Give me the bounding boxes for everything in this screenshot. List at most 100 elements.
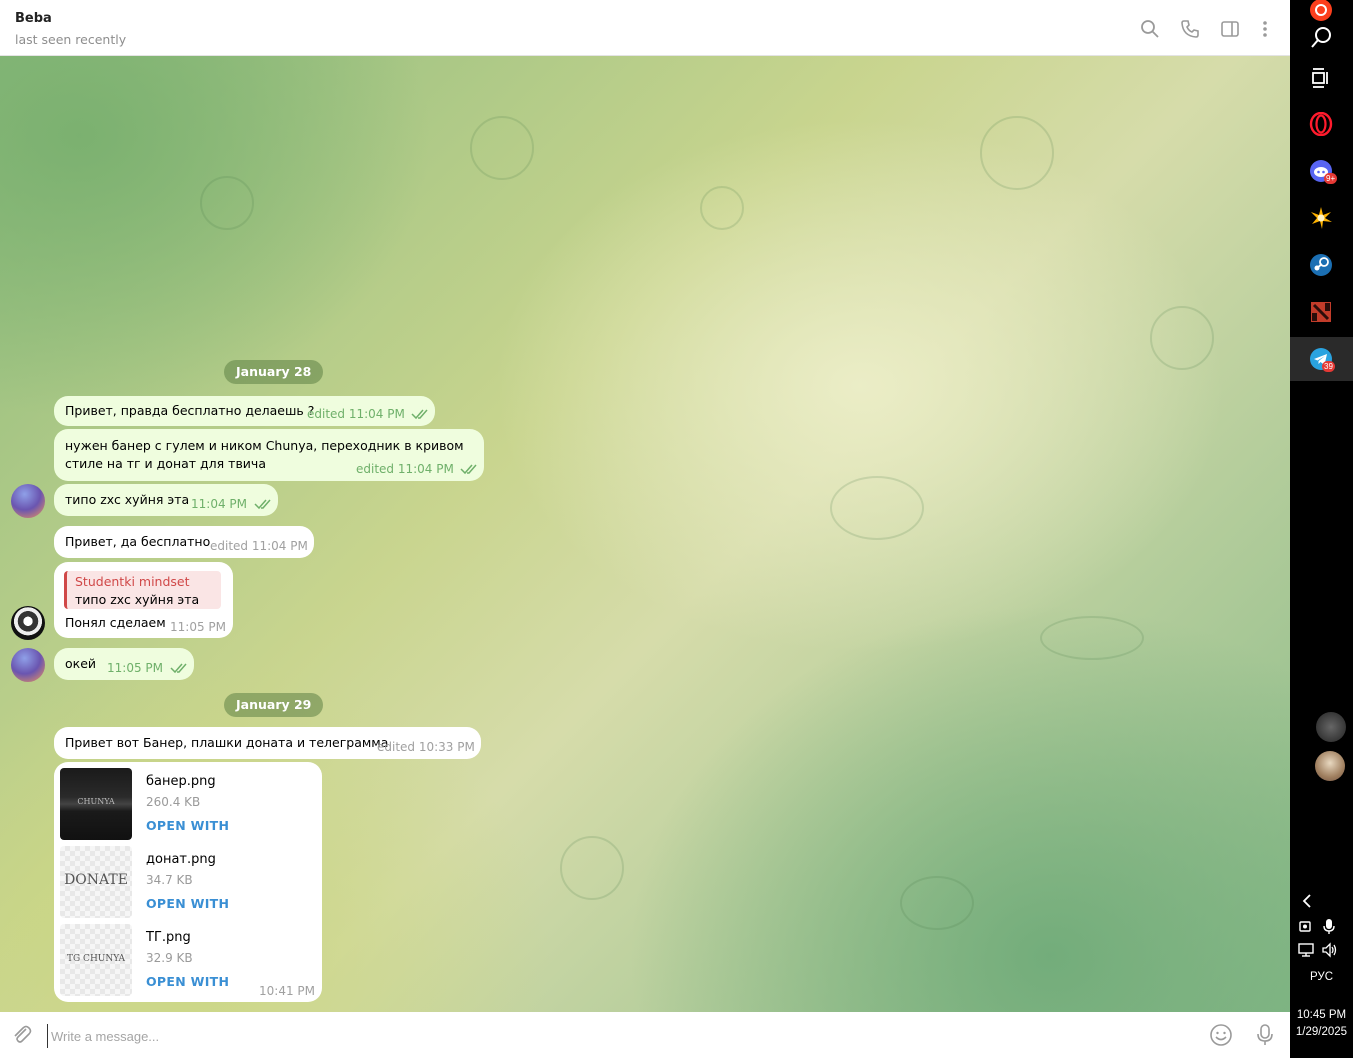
file-size: 34.7 KB [146, 873, 193, 887]
message-bubble[interactable]: окей 11:05 PM [54, 648, 194, 680]
message-bubble[interactable]: типо zxc хуйня эта 11:04 PM [54, 484, 278, 516]
message-time: edited 11:04 PM [356, 462, 454, 476]
taskbar-avatar[interactable] [1316, 712, 1346, 742]
file-message-bubble[interactable]: CHUNYA банер.png 260.4 KB OPEN WITH DONA… [54, 762, 322, 1002]
chat-title[interactable]: Beba [15, 11, 52, 26]
file-name: ТГ.png [146, 930, 191, 945]
message-time: edited 10:33 PM [377, 740, 475, 754]
sidebar-toggle-icon[interactable] [1220, 19, 1240, 39]
message-time: 10:41 PM [259, 984, 315, 998]
file-attachment[interactable]: DONATE донат.png 34.7 KB OPEN WITH [60, 846, 320, 918]
message-bubble[interactable]: Привет, да бесплатно edited 11:04 PM [54, 526, 314, 558]
microphone-icon[interactable] [1253, 1023, 1277, 1047]
message-composer [0, 1012, 1290, 1058]
read-check-icon [170, 663, 187, 674]
notification-badge: 9+ [1324, 173, 1338, 184]
wallpaper-doodle [980, 116, 1054, 190]
microphone-in-use-icon[interactable] [1322, 918, 1336, 934]
avatar[interactable] [11, 648, 45, 682]
file-thumbnail[interactable]: CHUNYA [60, 768, 132, 840]
file-size: 32.9 KB [146, 951, 193, 965]
taskbar-task-view[interactable] [1290, 56, 1353, 100]
file-name: банер.png [146, 774, 216, 789]
notification-badge: 39 [1322, 361, 1335, 372]
chat-header: Beba last seen recently [0, 0, 1290, 56]
opera-icon [1309, 112, 1333, 136]
chat-area[interactable]: January 28 Привет, правда бесплатно дела… [0, 56, 1290, 1012]
wallpaper-doodle [900, 876, 974, 930]
wallpaper-doodle [1150, 306, 1214, 370]
read-check-icon [254, 499, 271, 510]
message-time: edited 11:04 PM [210, 539, 308, 553]
taskbar-app-dota[interactable] [1290, 290, 1353, 334]
steam-icon [1310, 254, 1332, 276]
file-thumbnail[interactable]: DONATE [60, 846, 132, 918]
wallpaper-doodle [470, 116, 534, 180]
phone-icon[interactable] [1180, 19, 1200, 39]
message-text: Привет, правда бесплатно делаешь ? [65, 403, 315, 418]
taskbar-avatar[interactable] [1315, 751, 1345, 781]
message-text: Понял сделаем [65, 615, 166, 630]
read-check-icon [460, 464, 477, 475]
reply-quote[interactable]: Studentki mindset типо zxc хуйня эта [64, 571, 221, 609]
wallpaper-doodle [560, 836, 624, 900]
open-with-button[interactable]: OPEN WITH [146, 818, 229, 833]
network-icon[interactable] [1298, 942, 1316, 958]
search-icon [1311, 27, 1331, 48]
message-bubble[interactable]: Привет вот Банер, плашки доната и телегр… [54, 727, 481, 759]
starburst-icon [1311, 207, 1332, 229]
date-separator: January 29 [224, 693, 324, 717]
thumbnail-text: CHUNYA [77, 797, 115, 806]
file-thumbnail[interactable]: TG CHUNYA [60, 924, 132, 996]
message-time: 11:04 PM [191, 497, 247, 511]
message-time: edited 11:04 PM [307, 407, 405, 421]
wallpaper-doodle [1040, 616, 1144, 660]
message-bubble[interactable]: Studentki mindset типо zxc хуйня эта Пон… [54, 562, 233, 638]
taskbar-app-sun[interactable] [1290, 196, 1353, 240]
dota-icon [1311, 302, 1331, 322]
taskbar-app-discord[interactable]: 9+ [1290, 149, 1353, 193]
open-with-button[interactable]: OPEN WITH [146, 896, 229, 911]
thumbnail-text: DONATE [64, 872, 128, 888]
message-time: 11:05 PM [107, 661, 163, 675]
clock-time[interactable]: 10:45 PM [1290, 1009, 1353, 1021]
message-text: Привет, да бесплатно [65, 534, 211, 549]
chevron-left-icon[interactable] [1300, 893, 1314, 909]
message-text: нужен банер с гулем и ником Chunya, пере… [65, 438, 464, 453]
search-icon[interactable] [1140, 19, 1160, 39]
file-attachment[interactable]: CHUNYA банер.png 260.4 KB OPEN WITH [60, 768, 320, 840]
file-size: 260.4 KB [146, 795, 201, 809]
message-input[interactable] [47, 1024, 1153, 1048]
message-bubble[interactable]: нужен банер с гулем и ником Chunya, пере… [54, 429, 484, 481]
read-check-icon [411, 409, 428, 420]
more-options-icon[interactable] [1255, 19, 1275, 39]
telegram-window: Beba last seen recently January 28 Приве… [0, 0, 1290, 1058]
taskbar-search[interactable] [1290, 16, 1353, 60]
avatar[interactable] [11, 484, 45, 518]
message-text: окей [65, 656, 97, 671]
reply-author: Studentki mindset [75, 574, 190, 589]
message-bubble[interactable]: Привет, правда бесплатно делаешь ? edite… [54, 396, 435, 426]
open-with-button[interactable]: OPEN WITH [146, 974, 229, 989]
message-text: стиле на тг и донат для твича [65, 456, 266, 471]
message-text: Привет вот Банер, плашки доната и телегр… [65, 735, 389, 750]
wallpaper-doodle [830, 476, 924, 540]
emoji-icon[interactable] [1209, 1023, 1233, 1047]
avatar[interactable] [11, 606, 45, 640]
taskbar-app-steam[interactable] [1290, 243, 1353, 287]
volume-icon[interactable] [1321, 942, 1339, 958]
file-name: донат.png [146, 852, 216, 867]
clock-date[interactable]: 1/29/2025 [1290, 1026, 1353, 1038]
date-separator: January 28 [224, 360, 324, 384]
thumbnail-text: TG CHUNYA [67, 954, 125, 964]
message-time: 11:05 PM [170, 620, 226, 634]
attach-icon[interactable] [10, 1023, 34, 1047]
chat-status: last seen recently [15, 32, 127, 47]
taskbar-app-opera[interactable] [1290, 102, 1353, 146]
input-language[interactable]: РУС [1290, 971, 1353, 983]
message-text: типо zxc хуйня эта [65, 492, 190, 507]
wallpaper-doodle [200, 176, 254, 230]
taskbar-app-telegram[interactable]: 39 [1290, 337, 1353, 381]
camera-in-use-icon[interactable] [1298, 918, 1314, 934]
wallpaper-doodle [700, 186, 744, 230]
